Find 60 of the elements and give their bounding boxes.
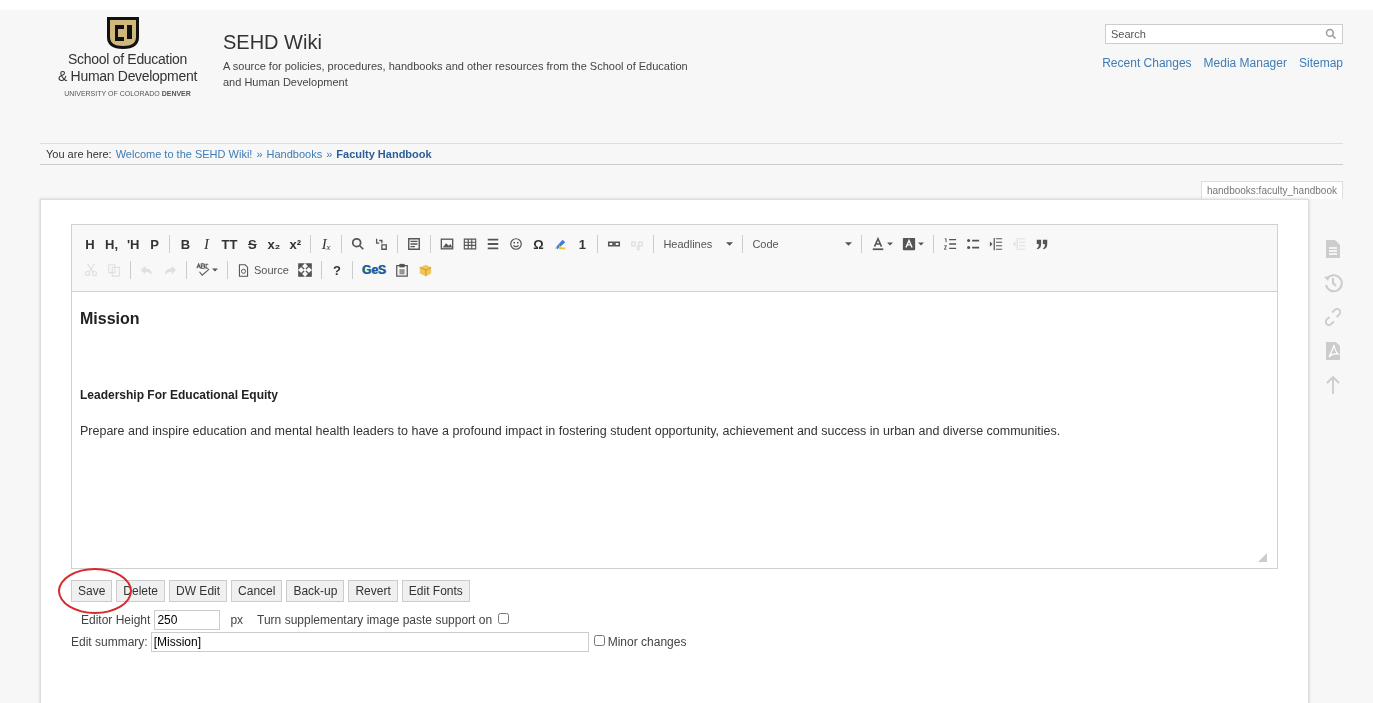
source-button[interactable]: Source [233,259,293,281]
toolbar-button[interactable]: Ω [528,233,549,255]
checkbox[interactable] [498,612,510,624]
checkbox-label: Minor changes [607,635,687,649]
breadcrumb-separator: » [256,148,263,160]
toolbar-button[interactable]: H [80,233,100,255]
form-button[interactable]: Edit Fonts [401,580,470,602]
source-icon [237,263,250,277]
toolbar-button[interactable]: H, [101,233,122,255]
caret-icon [845,242,853,246]
toolbar-button[interactable]: GeS [357,259,390,281]
edit-summary-field[interactable]: [Mission] [150,632,589,652]
checkbox-label: Turn supplementary image paste support on [257,613,493,627]
content-heading: Mission [80,310,141,328]
caret-icon [887,242,894,246]
form-button[interactable]: Cancel [231,580,283,602]
toolbar-button[interactable]: S [242,233,263,255]
nav-link[interactable]: Media Manager [1203,56,1287,70]
resize-grip-icon[interactable] [1258,553,1267,562]
content-subheading: Leadership For Educational Equity [80,388,280,402]
toolbar-button[interactable]: x₂ [263,233,285,255]
toolbar-button[interactable]: Iₓ [316,233,337,255]
field-label: Edit summary: [71,635,148,649]
site-description: A source for policies, procedures, handbooks and other resources from the School of Education and Human Development [223,59,689,90]
form-button[interactable]: Back-up [286,580,345,602]
toolbar-button[interactable]: 'H [123,233,144,255]
breadcrumb-separator: » [326,148,333,160]
toolbar-button[interactable]: 1 [572,233,593,255]
site-title[interactable]: SEHD Wiki [223,31,693,54]
toolbar-button[interactable]: ? [326,259,347,281]
form-button[interactable]: Save [71,580,113,602]
checkbox[interactable] [593,634,605,646]
breadcrumb-label: You are here: [46,148,112,160]
logo-text: School of Education [68,51,187,68]
format-dropdown[interactable]: Code [748,233,857,255]
background-color-icon [902,237,917,251]
editor-height-field[interactable]: 250 [154,610,221,630]
toolbar-button[interactable]: B [175,233,196,255]
field-label: Editor Height [81,613,151,627]
toolbar-button[interactable]: x² [285,233,306,255]
search-field[interactable]: Search [1105,24,1343,44]
caret-icon [918,242,925,246]
logo-text: & Human Development [57,68,197,85]
nav-link[interactable]: Sitemap [1298,56,1343,70]
breadcrumb-link[interactable]: Welcome to the SEHD Wiki! [115,148,253,160]
format-dropdown[interactable]: Headlines [659,233,738,255]
form-button[interactable]: DW Edit [169,580,228,602]
nav-link[interactable]: Recent Changes [1102,56,1192,70]
caret-icon [212,268,218,272]
toolbar-button[interactable]: P [144,233,165,255]
caret-icon [726,242,734,246]
toolbar-button[interactable]: I [196,233,217,255]
text-color-icon [871,237,886,251]
breadcrumb-link[interactable]: Handbooks [266,148,323,160]
spellcheck-icon [196,263,210,277]
content-paragraph: Prepare and inspire education and mental health leaders to have a profound impact in fostering student opportunity, achievement and success in urban and diverse communities. [80,424,1062,438]
breadcrumb-link[interactable]: Faculty Handbook [336,148,432,160]
toolbar-button[interactable]: TT [217,233,242,255]
unit-label: px [230,613,244,627]
form-button[interactable]: Revert [348,580,398,602]
